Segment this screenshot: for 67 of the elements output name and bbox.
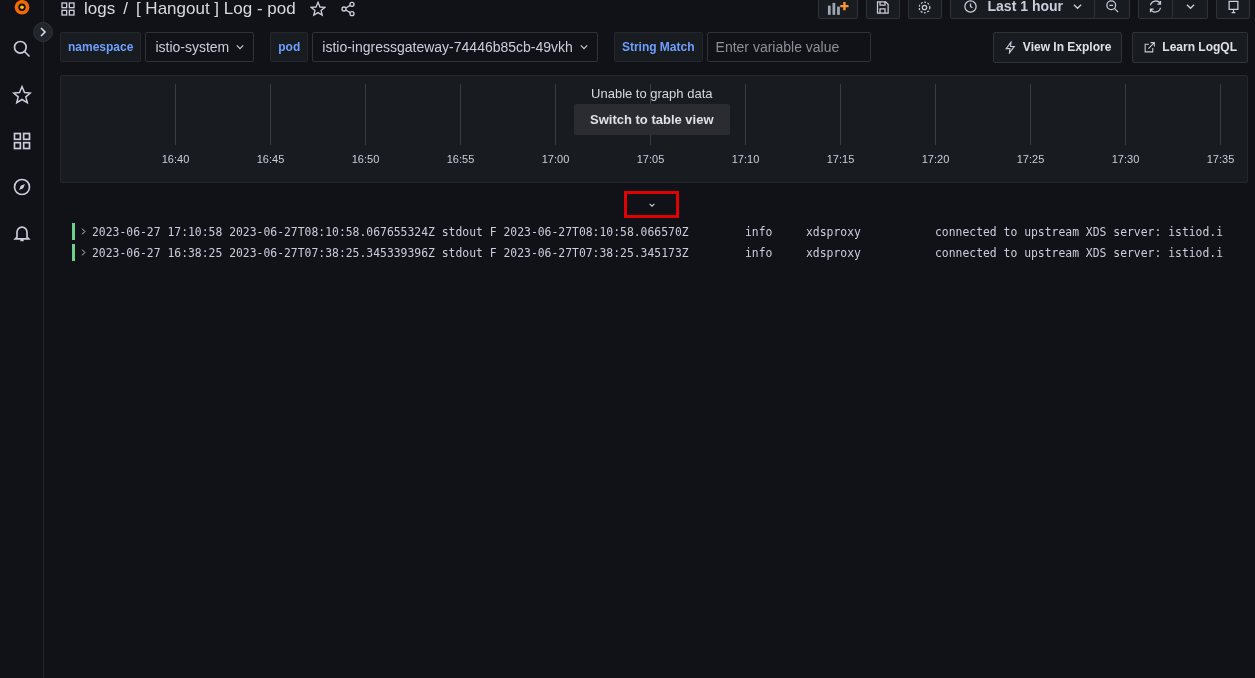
- save-button[interactable]: [865, 0, 900, 19]
- time-axis-label: 17:35: [1206, 153, 1235, 165]
- logql-link[interactable]: Learn LogQL: [1132, 31, 1248, 63]
- time-axis-label: 16:50: [351, 153, 380, 165]
- log-message: connected to upstream XDS server: istiod.i: [935, 224, 1224, 239]
- variable-input[interactable]: Enter variable value: [706, 32, 871, 62]
- search-icon[interactable]: [11, 39, 32, 59]
- settings-icon: [917, 0, 933, 15]
- chevron-right-icon: [80, 249, 87, 256]
- variable-label: String Match: [613, 32, 703, 62]
- dashboard-title[interactable]: [ Hangout ] Log - pod: [135, 0, 296, 19]
- log-level: info: [745, 224, 774, 239]
- time-axis-label: 17:05: [636, 153, 665, 165]
- settings-button[interactable]: [907, 0, 942, 19]
- time-axis-label: 17:25: [1016, 153, 1045, 165]
- time-axis-label: 17:20: [921, 153, 950, 165]
- time-axis-label: 17:10: [731, 153, 760, 165]
- log-text: 2023-06-27 17:10:58 2023-06-27T08:10:58.067655324Z stdout F 2023-06-27T08:10:58.066570Z: [92, 224, 690, 239]
- explore-link[interactable]: View In Explore: [992, 31, 1123, 63]
- breadcrumb-separator: /: [123, 0, 128, 19]
- time-axis-label: 16:55: [446, 153, 475, 165]
- log-source: xdsproxy: [806, 224, 862, 239]
- variable-dropdown[interactable]: istio-ingressgateway-74446b85cb-49vkh: [312, 32, 598, 62]
- add-panel-button[interactable]: [817, 0, 858, 19]
- variable-label: namespace: [60, 32, 142, 62]
- lightning-icon: [1003, 40, 1017, 54]
- caret-icon: [1185, 1, 1195, 11]
- log-message: connected to upstream XDS server: istiod.i: [935, 245, 1224, 260]
- chevron-right-icon: [80, 228, 87, 235]
- monitor-icon: [1225, 0, 1241, 15]
- log-level: info: [745, 245, 774, 260]
- clock-icon: [962, 0, 978, 14]
- time-axis-label: 16:40: [161, 153, 190, 165]
- star-icon[interactable]: [309, 1, 326, 17]
- zoom-out-icon: [1104, 0, 1120, 14]
- folder-link[interactable]: logs: [84, 0, 116, 19]
- dashboards-icon[interactable]: [11, 131, 32, 151]
- bar-chart-plus-icon: [826, 0, 849, 15]
- error-message: Unable to graph data: [591, 86, 713, 101]
- time-axis-label: 16:45: [256, 153, 285, 165]
- star-icon[interactable]: [11, 85, 32, 105]
- bell-icon[interactable]: [11, 223, 32, 243]
- variable-dropdown[interactable]: istio-system: [145, 32, 255, 62]
- tv-mode-button[interactable]: [1216, 0, 1250, 19]
- variable-label: pod: [270, 32, 309, 62]
- dashboards-icon: [60, 1, 76, 17]
- chevron-right-icon: [38, 27, 48, 37]
- expand-sidebar-button[interactable]: [33, 22, 53, 42]
- level-indicator: [72, 223, 75, 240]
- refresh-icon: [1148, 0, 1163, 14]
- log-text: 2023-06-27 16:38:25 2023-06-27T07:38:25.345339396Z stdout F 2023-06-27T07:38:25.345173Z: [92, 245, 690, 260]
- save-icon: [875, 0, 891, 15]
- collapse-button[interactable]: [624, 191, 679, 218]
- time-axis-label: 17:15: [826, 153, 855, 165]
- log-row[interactable]: 2023-06-27 16:38:25 2023-06-27T07:38:25.345339396Z stdout F 2023-06-27T07:38:25.345173Z info xdsproxy connected to upstream XDS server: istiod.i: [72, 242, 1248, 263]
- log-source: xdsproxy: [806, 245, 862, 260]
- external-link-icon: [1143, 40, 1157, 54]
- caret-icon: [579, 43, 588, 51]
- caret-icon: [236, 43, 245, 51]
- time-axis-label: 17:00: [541, 153, 570, 165]
- log-row[interactable]: 2023-06-27 17:10:58 2023-06-27T08:10:58.067655324Z stdout F 2023-06-27T08:10:58.066570Z info xdsproxy connected to upstream XDS server: istiod.i: [72, 221, 1248, 242]
- caret-icon: [1073, 1, 1082, 11]
- compass-icon[interactable]: [11, 177, 32, 197]
- share-icon[interactable]: [339, 1, 356, 17]
- level-indicator: [72, 244, 75, 261]
- time-axis-label: 17:30: [1111, 153, 1140, 165]
- switch-view-button[interactable]: Switch to table view: [574, 104, 730, 135]
